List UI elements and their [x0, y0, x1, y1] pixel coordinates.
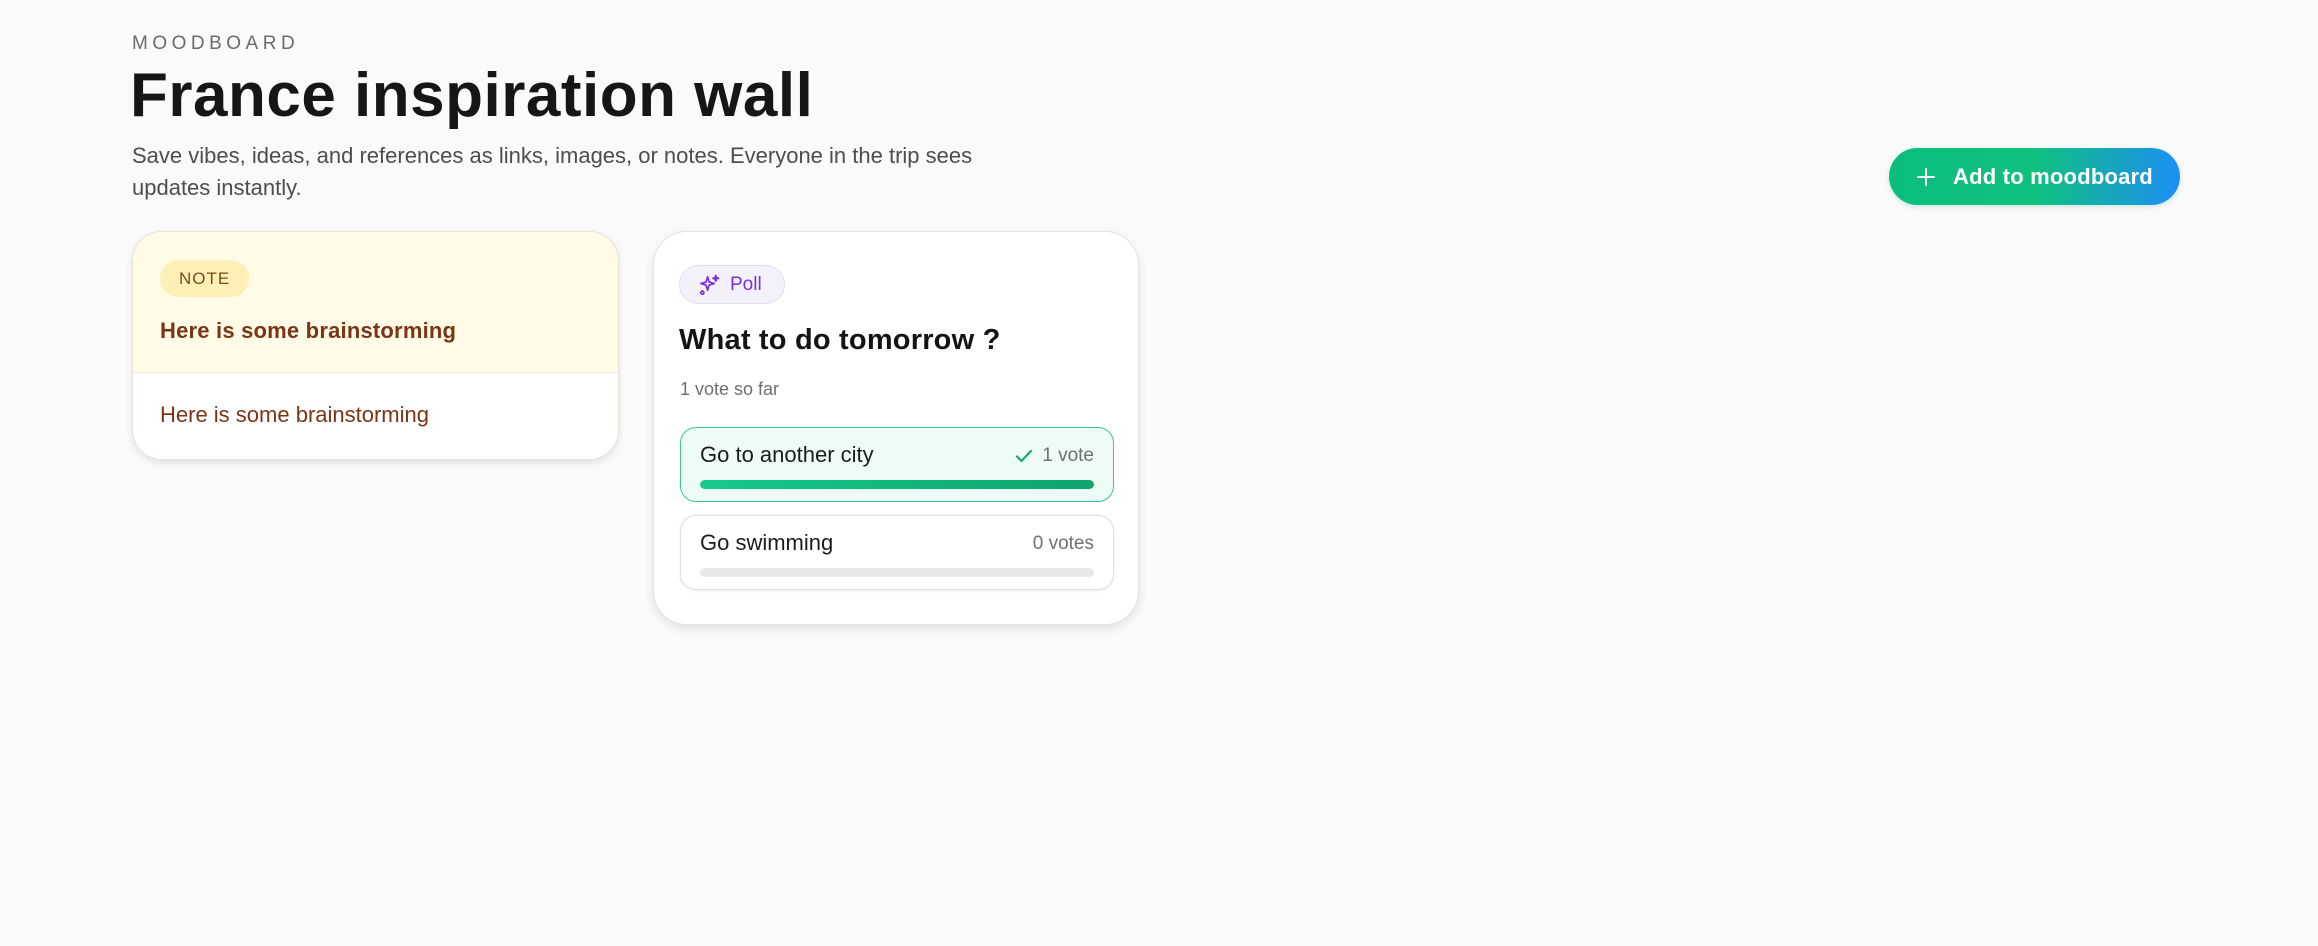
- add-to-moodboard-label: Add to moodboard: [1953, 163, 2153, 189]
- add-to-moodboard-button[interactable]: Add to moodboard: [1889, 148, 2180, 205]
- sparkles-icon: [699, 274, 720, 296]
- page-title: France inspiration wall: [130, 61, 814, 130]
- poll-option-progress-fill: [700, 480, 1094, 489]
- poll-badge-label: Poll: [730, 273, 762, 295]
- poll-badge: Poll: [679, 265, 785, 304]
- poll-option-votes-text: 1 vote: [1042, 445, 1094, 466]
- poll-option-votes: 1 vote: [1015, 445, 1094, 467]
- check-icon: [1016, 449, 1033, 463]
- note-card-header: NOTE Here is some brainstorming: [133, 232, 618, 373]
- poll-option-label: Go to another city: [700, 442, 874, 467]
- note-badge: NOTE: [160, 260, 250, 297]
- poll-vote-count: 1 vote so far: [680, 379, 780, 399]
- note-title: Here is some brainstorming: [160, 318, 457, 343]
- poll-option-label: Go swimming: [700, 530, 834, 555]
- page-subtitle: Save vibes, ideas, and references as lin…: [132, 143, 973, 200]
- eyebrow-label: MOODBOARD: [132, 33, 300, 54]
- poll-option-votes: 0 votes: [1033, 533, 1094, 555]
- poll-option-progress-bar: [700, 480, 1094, 489]
- poll-card: Poll What to do tomorrow ? 1 vote so far…: [653, 231, 1139, 625]
- poll-option-votes-text: 0 votes: [1032, 533, 1094, 554]
- poll-question: What to do tomorrow ?: [679, 324, 1001, 356]
- poll-option-go-swimming[interactable]: Go swimming 0 votes: [680, 515, 1114, 590]
- poll-option-go-to-another-city[interactable]: Go to another city 1 vote: [680, 427, 1114, 502]
- note-card[interactable]: NOTE Here is some brainstorming Here is …: [132, 231, 619, 460]
- poll-option-progress-bar: [700, 568, 1094, 577]
- plus-icon: [1916, 167, 1936, 187]
- note-body: Here is some brainstorming: [160, 402, 429, 427]
